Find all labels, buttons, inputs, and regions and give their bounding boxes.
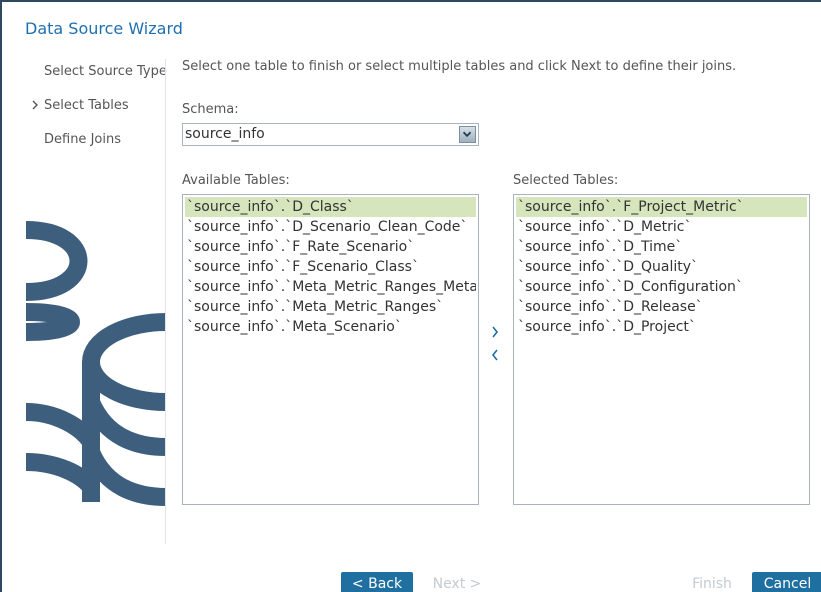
list-item[interactable]: `source_info`.`D_Quality` <box>516 257 807 277</box>
cancel-button[interactable]: Cancel <box>752 572 821 592</box>
list-item[interactable]: `source_info`.`D_Metric` <box>516 217 807 237</box>
list-item[interactable]: `source_info`.`D_Scenario_Clean_Code` <box>185 217 476 237</box>
list-item[interactable]: `source_info`.`F_Scenario_Class` <box>185 257 476 277</box>
nav-divider <box>165 59 166 544</box>
selected-tables-list[interactable]: `source_info`.`F_Project_Metric` `source… <box>513 194 810 505</box>
list-item[interactable]: `source_info`.`D_Release` <box>516 297 807 317</box>
schema-select[interactable]: source_info <box>182 123 479 146</box>
back-button[interactable]: < Back <box>341 572 413 592</box>
nav-item-define-joins[interactable]: Define Joins <box>44 132 121 147</box>
dropdown-arrow-icon[interactable] <box>459 126 476 143</box>
database-graphic <box>26 221 166 532</box>
list-item[interactable]: `source_info`.`Meta_Scenario` <box>185 317 476 337</box>
wizard-window: Data Source Wizard Select Source Type Se… <box>0 0 821 592</box>
move-right-icon[interactable] <box>487 323 503 341</box>
chevron-right-icon <box>32 100 38 110</box>
selected-tables-label: Selected Tables: <box>513 173 619 188</box>
nav-item-select-tables[interactable]: Select Tables <box>44 98 129 113</box>
nav-item-select-source-type[interactable]: Select Source Type <box>44 64 167 79</box>
finish-button[interactable]: Finish <box>680 572 744 592</box>
list-item[interactable]: `source_info`.`D_Time` <box>516 237 807 257</box>
move-left-icon[interactable] <box>487 346 503 364</box>
list-item[interactable]: `source_info`.`F_Rate_Scenario` <box>185 237 476 257</box>
list-item[interactable]: `source_info`.`F_Project_Metric` <box>516 197 807 217</box>
list-item[interactable]: `source_info`.`D_Class` <box>185 197 476 217</box>
list-item[interactable]: `source_info`.`D_Configuration` <box>516 277 807 297</box>
available-tables-list[interactable]: `source_info`.`D_Class` `source_info`.`D… <box>182 194 479 505</box>
next-button[interactable]: Next > <box>422 572 492 592</box>
list-item[interactable]: `source_info`.`Meta_Metric_Ranges` <box>185 297 476 317</box>
list-item[interactable]: `source_info`.`D_Project` <box>516 317 807 337</box>
wizard-title: Data Source Wizard <box>25 19 183 38</box>
schema-label: Schema: <box>182 102 239 117</box>
list-item[interactable]: `source_info`.`Meta_Metric_Ranges_Meta_S… <box>185 277 476 297</box>
schema-select-value: source_info <box>185 126 265 142</box>
instructions-text: Select one table to finish or select mul… <box>182 59 737 74</box>
available-tables-label: Available Tables: <box>182 173 290 188</box>
